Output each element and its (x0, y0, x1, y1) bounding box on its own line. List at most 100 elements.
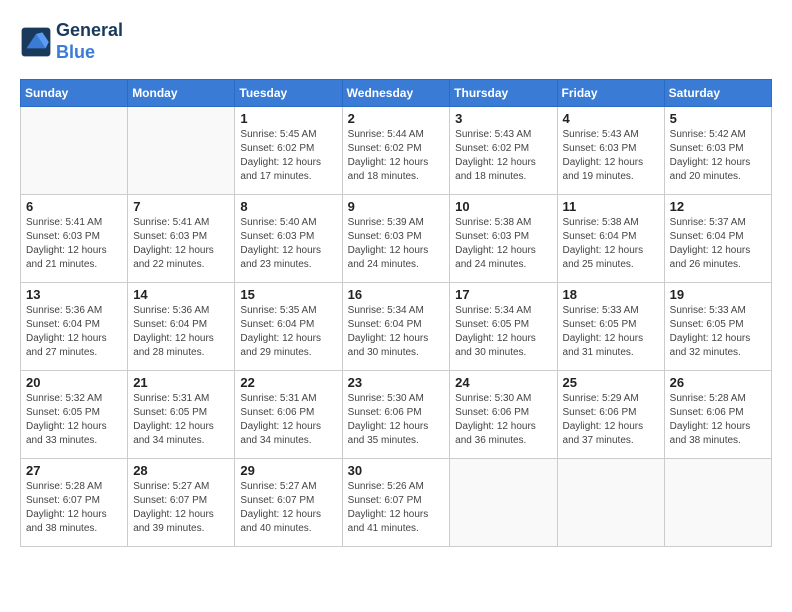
day-info: Sunrise: 5:27 AM Sunset: 6:07 PM Dayligh… (133, 480, 229, 536)
day-of-week-header: Wednesday (342, 80, 450, 107)
day-number: 7 (133, 199, 229, 214)
calendar-day-cell: 28 Sunrise: 5:27 AM Sunset: 6:07 PM Dayli… (128, 459, 235, 547)
calendar-day-cell: 26 Sunrise: 5:28 AM Sunset: 6:06 PM Dayli… (664, 371, 771, 459)
day-info: Sunrise: 5:30 AM Sunset: 6:06 PM Dayligh… (348, 392, 445, 448)
day-info: Sunrise: 5:43 AM Sunset: 6:02 PM Dayligh… (455, 128, 551, 184)
calendar-day-cell: 25 Sunrise: 5:29 AM Sunset: 6:06 PM Dayli… (557, 371, 664, 459)
calendar-day-cell: 19 Sunrise: 5:33 AM Sunset: 6:05 PM Dayli… (664, 283, 771, 371)
day-number: 21 (133, 375, 229, 390)
day-info: Sunrise: 5:32 AM Sunset: 6:05 PM Dayligh… (26, 392, 122, 448)
calendar-day-cell: 21 Sunrise: 5:31 AM Sunset: 6:05 PM Dayli… (128, 371, 235, 459)
calendar-day-cell (557, 459, 664, 547)
day-info: Sunrise: 5:30 AM Sunset: 6:06 PM Dayligh… (455, 392, 551, 448)
calendar-day-cell: 14 Sunrise: 5:36 AM Sunset: 6:04 PM Dayli… (128, 283, 235, 371)
day-info: Sunrise: 5:38 AM Sunset: 6:04 PM Dayligh… (563, 216, 659, 272)
calendar-day-cell (128, 107, 235, 195)
calendar-day-cell: 23 Sunrise: 5:30 AM Sunset: 6:06 PM Dayli… (342, 371, 450, 459)
day-number: 12 (670, 199, 766, 214)
day-number: 8 (240, 199, 336, 214)
day-info: Sunrise: 5:29 AM Sunset: 6:06 PM Dayligh… (563, 392, 659, 448)
day-number: 9 (348, 199, 445, 214)
calendar-day-cell: 10Sunrise: 5:38 AM Sunset: 6:03 PM Dayli… (450, 195, 557, 283)
calendar-day-cell (664, 459, 771, 547)
day-info: Sunrise: 5:33 AM Sunset: 6:05 PM Dayligh… (670, 304, 766, 360)
day-info: Sunrise: 5:45 AM Sunset: 6:02 PM Dayligh… (240, 128, 336, 184)
day-info: Sunrise: 5:34 AM Sunset: 6:04 PM Dayligh… (348, 304, 445, 360)
calendar-day-cell: 8 Sunrise: 5:40 AM Sunset: 6:03 PM Daylig… (235, 195, 342, 283)
day-info: Sunrise: 5:28 AM Sunset: 6:06 PM Dayligh… (670, 392, 766, 448)
day-info: Sunrise: 5:41 AM Sunset: 6:03 PM Dayligh… (133, 216, 229, 272)
day-number: 22 (240, 375, 336, 390)
day-info: Sunrise: 5:39 AM Sunset: 6:03 PM Dayligh… (348, 216, 445, 272)
day-info: Sunrise: 5:35 AM Sunset: 6:04 PM Dayligh… (240, 304, 336, 360)
calendar-day-cell: 27 Sunrise: 5:28 AM Sunset: 6:07 PM Dayli… (21, 459, 128, 547)
calendar-day-cell: 6 Sunrise: 5:41 AM Sunset: 6:03 PM Daylig… (21, 195, 128, 283)
day-of-week-header: Tuesday (235, 80, 342, 107)
logo: General Blue (20, 20, 123, 63)
logo-icon (20, 26, 52, 58)
calendar-week-row: 27 Sunrise: 5:28 AM Sunset: 6:07 PM Dayli… (21, 459, 772, 547)
calendar-day-cell: 5Sunrise: 5:42 AM Sunset: 6:03 PM Daylig… (664, 107, 771, 195)
calendar-day-cell: 29Sunrise: 5:27 AM Sunset: 6:07 PM Dayli… (235, 459, 342, 547)
calendar-week-row: 1 Sunrise: 5:45 AM Sunset: 6:02 PM Daylig… (21, 107, 772, 195)
day-number: 20 (26, 375, 122, 390)
calendar-day-cell: 30Sunrise: 5:26 AM Sunset: 6:07 PM Dayli… (342, 459, 450, 547)
day-info: Sunrise: 5:37 AM Sunset: 6:04 PM Dayligh… (670, 216, 766, 272)
day-number: 16 (348, 287, 445, 302)
day-number: 1 (240, 111, 336, 126)
calendar-day-cell: 9 Sunrise: 5:39 AM Sunset: 6:03 PM Daylig… (342, 195, 450, 283)
day-number: 2 (348, 111, 445, 126)
day-info: Sunrise: 5:43 AM Sunset: 6:03 PM Dayligh… (563, 128, 659, 184)
logo-text: General Blue (56, 20, 123, 63)
day-number: 6 (26, 199, 122, 214)
calendar-day-cell: 1 Sunrise: 5:45 AM Sunset: 6:02 PM Daylig… (235, 107, 342, 195)
day-number: 26 (670, 375, 766, 390)
calendar-day-cell: 4 Sunrise: 5:43 AM Sunset: 6:03 PM Daylig… (557, 107, 664, 195)
day-info: Sunrise: 5:28 AM Sunset: 6:07 PM Dayligh… (26, 480, 122, 536)
day-of-week-header: Sunday (21, 80, 128, 107)
day-of-week-header: Friday (557, 80, 664, 107)
day-of-week-header: Monday (128, 80, 235, 107)
day-info: Sunrise: 5:38 AM Sunset: 6:03 PM Dayligh… (455, 216, 551, 272)
day-number: 14 (133, 287, 229, 302)
calendar-day-cell: 16 Sunrise: 5:34 AM Sunset: 6:04 PM Dayli… (342, 283, 450, 371)
day-info: Sunrise: 5:34 AM Sunset: 6:05 PM Dayligh… (455, 304, 551, 360)
calendar-day-cell: 13Sunrise: 5:36 AM Sunset: 6:04 PM Dayli… (21, 283, 128, 371)
day-number: 18 (563, 287, 659, 302)
calendar-day-cell: 20 Sunrise: 5:32 AM Sunset: 6:05 PM Dayli… (21, 371, 128, 459)
day-number: 24 (455, 375, 551, 390)
calendar-day-cell: 17 Sunrise: 5:34 AM Sunset: 6:05 PM Dayli… (450, 283, 557, 371)
day-info: Sunrise: 5:40 AM Sunset: 6:03 PM Dayligh… (240, 216, 336, 272)
day-info: Sunrise: 5:41 AM Sunset: 6:03 PM Dayligh… (26, 216, 122, 272)
day-of-week-header: Saturday (664, 80, 771, 107)
calendar-day-cell: 18Sunrise: 5:33 AM Sunset: 6:05 PM Dayli… (557, 283, 664, 371)
calendar-day-cell: 12 Sunrise: 5:37 AM Sunset: 6:04 PM Dayli… (664, 195, 771, 283)
day-number: 3 (455, 111, 551, 126)
day-number: 29 (240, 463, 336, 478)
day-number: 17 (455, 287, 551, 302)
day-info: Sunrise: 5:44 AM Sunset: 6:02 PM Dayligh… (348, 128, 445, 184)
day-info: Sunrise: 5:36 AM Sunset: 6:04 PM Dayligh… (133, 304, 229, 360)
day-number: 28 (133, 463, 229, 478)
calendar-day-cell: 24 Sunrise: 5:30 AM Sunset: 6:06 PM Dayli… (450, 371, 557, 459)
calendar-day-cell: 7 Sunrise: 5:41 AM Sunset: 6:03 PM Daylig… (128, 195, 235, 283)
calendar-day-cell: 22Sunrise: 5:31 AM Sunset: 6:06 PM Dayli… (235, 371, 342, 459)
day-of-week-header: Thursday (450, 80, 557, 107)
calendar-day-cell: 3 Sunrise: 5:43 AM Sunset: 6:02 PM Daylig… (450, 107, 557, 195)
day-number: 23 (348, 375, 445, 390)
day-number: 19 (670, 287, 766, 302)
day-info: Sunrise: 5:42 AM Sunset: 6:03 PM Dayligh… (670, 128, 766, 184)
day-number: 25 (563, 375, 659, 390)
calendar-week-row: 20 Sunrise: 5:32 AM Sunset: 6:05 PM Dayli… (21, 371, 772, 459)
page-header: General Blue (20, 20, 772, 63)
day-info: Sunrise: 5:31 AM Sunset: 6:05 PM Dayligh… (133, 392, 229, 448)
day-info: Sunrise: 5:26 AM Sunset: 6:07 PM Dayligh… (348, 480, 445, 536)
day-number: 27 (26, 463, 122, 478)
day-number: 4 (563, 111, 659, 126)
calendar-day-cell: 15Sunrise: 5:35 AM Sunset: 6:04 PM Dayli… (235, 283, 342, 371)
calendar-day-cell: 2 Sunrise: 5:44 AM Sunset: 6:02 PM Daylig… (342, 107, 450, 195)
calendar-day-cell (21, 107, 128, 195)
day-info: Sunrise: 5:36 AM Sunset: 6:04 PM Dayligh… (26, 304, 122, 360)
calendar-header-row: SundayMondayTuesdayWednesdayThursdayFrid… (21, 80, 772, 107)
day-number: 11 (563, 199, 659, 214)
